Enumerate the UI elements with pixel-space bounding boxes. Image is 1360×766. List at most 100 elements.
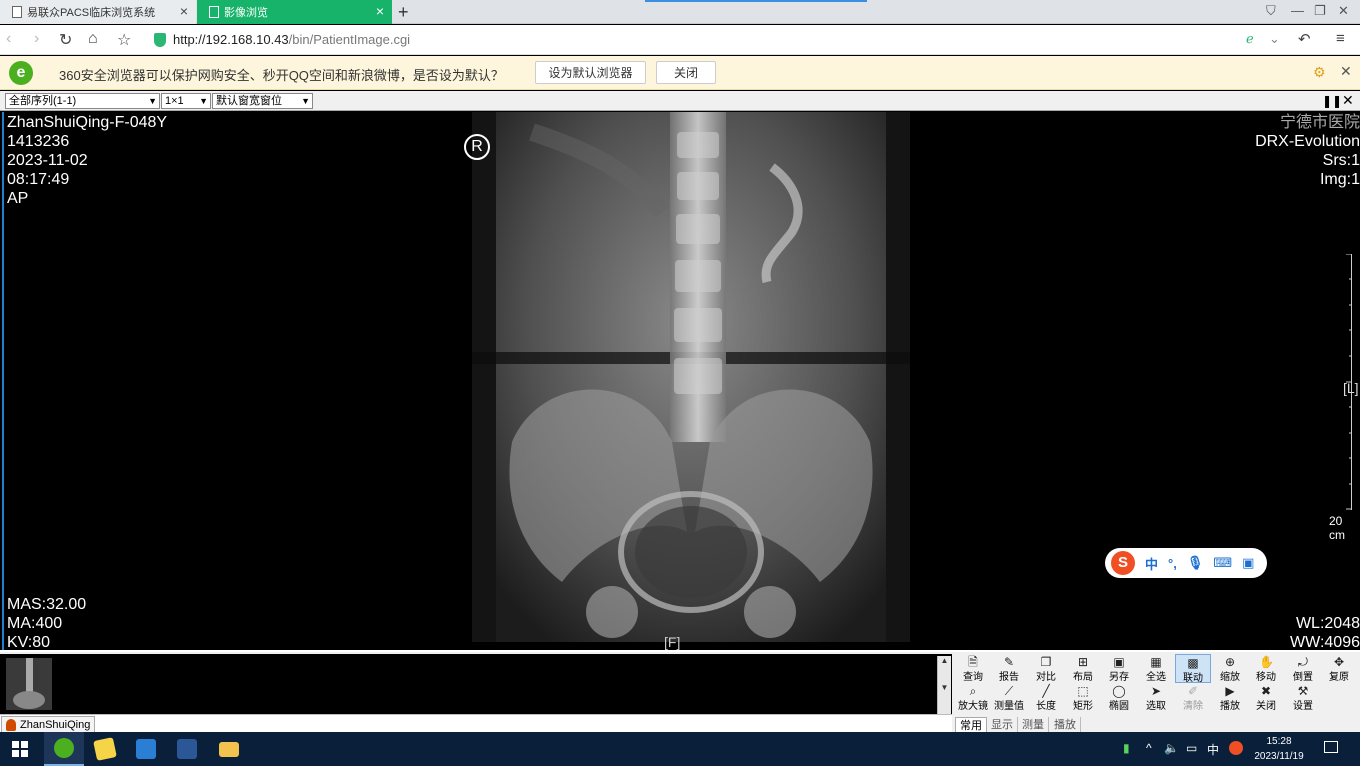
- windows-taskbar: ▮ ^ 🔈 ▭ 中 15:28 2023/11/19: [0, 732, 1360, 766]
- microphone-icon[interactable]: 🎙: [1187, 555, 1204, 571]
- close-tool-button[interactable]: ✖ 关闭: [1248, 683, 1284, 712]
- query-tool-button[interactable]: 🗎 查询: [955, 654, 991, 683]
- taskbar-contacts[interactable]: [126, 732, 166, 766]
- tab-pacs-system[interactable]: 易联众PACS临床浏览系统 ×: [0, 0, 196, 24]
- close-icon[interactable]: ×: [376, 4, 384, 18]
- pick-tool-button[interactable]: ➤ 选取: [1138, 683, 1174, 712]
- page-icon: [209, 6, 219, 18]
- chevron-down-icon[interactable]: ⌄: [1269, 31, 1280, 47]
- taskbar-word[interactable]: [167, 732, 207, 766]
- registered-mark-icon: R: [464, 134, 490, 160]
- layout-tool-button[interactable]: ⊞ 布局: [1065, 654, 1101, 683]
- save-icon: ▣: [1113, 655, 1125, 669]
- forward-button[interactable]: ›: [34, 30, 39, 48]
- set-default-browser-button[interactable]: 设为默认浏览器: [535, 61, 646, 84]
- ime-language-toggle[interactable]: 中: [1145, 554, 1158, 573]
- play-tool-button[interactable]: ▶ 播放: [1212, 683, 1248, 712]
- punctuation-icon[interactable]: °,: [1168, 556, 1177, 571]
- pause-icon[interactable]: ❚❚: [1322, 94, 1342, 108]
- ime-toolbar[interactable]: S 中 °, 🎙 ⌨ ▣: [1105, 548, 1267, 578]
- rectangle-tool-button[interactable]: ⬚ 矩形: [1065, 683, 1101, 712]
- sticky-note-icon: [93, 737, 117, 761]
- tool-label: 矩形: [1073, 701, 1093, 712]
- query-icon: 🗎: [968, 655, 978, 669]
- taskbar-sticky-notes[interactable]: [85, 732, 125, 766]
- thumbnail-scrollbar[interactable]: ▲ ▼: [937, 656, 951, 716]
- window-level: WL:2048: [1295, 615, 1360, 632]
- windows-start-icon[interactable]: [12, 741, 28, 757]
- link-tool-button[interactable]: ▩ 联动: [1175, 654, 1211, 684]
- layout-select-value: 1×1: [165, 95, 184, 107]
- minimize-button[interactable]: —: [1291, 3, 1304, 18]
- close-icon[interactable]: ×: [180, 4, 188, 18]
- toolbox-icon[interactable]: ▣: [1242, 555, 1254, 571]
- ellipse-tool-button[interactable]: ◯ 椭圆: [1101, 683, 1137, 712]
- select-all-tool-button[interactable]: ▦ 全选: [1138, 654, 1174, 683]
- overlay-bottom-left: MAS:32.00 MA:400 KV:80: [7, 595, 86, 650]
- gear-icon[interactable]: ⚙: [1313, 64, 1326, 81]
- magnifier-icon: ⌕: [969, 684, 977, 698]
- browser-360-logo-icon: e: [9, 61, 33, 85]
- keyboard-icon[interactable]: ⌨: [1213, 555, 1232, 571]
- tool-label: 查询: [963, 672, 983, 683]
- chevron-up-icon[interactable]: ^: [1146, 741, 1152, 755]
- battery-icon[interactable]: ▮: [1123, 741, 1130, 755]
- window-close-button[interactable]: ✕: [1338, 3, 1349, 19]
- reload-button[interactable]: ↻: [59, 30, 72, 50]
- shirt-icon[interactable]: ⛉: [1266, 3, 1276, 19]
- layout-select[interactable]: 1×1 ▼: [161, 93, 211, 109]
- pan-tool-button[interactable]: ✋ 移动: [1248, 654, 1284, 683]
- undo-icon[interactable]: ↶: [1298, 30, 1311, 48]
- restore-button[interactable]: ❐: [1314, 3, 1326, 19]
- cursor-icon: ➤: [1150, 684, 1162, 698]
- report-tool-button[interactable]: ✎ 报告: [991, 654, 1027, 683]
- tool-label: 报告: [999, 672, 1019, 683]
- zoom-tool-button[interactable]: ⊕ 缩放: [1212, 654, 1248, 683]
- sogou-logo-icon[interactable]: S: [1111, 551, 1135, 575]
- favorite-star-icon[interactable]: ☆: [117, 30, 131, 50]
- window-level-select[interactable]: 默认窗宽窗位 ▼: [212, 93, 313, 109]
- system-clock[interactable]: 15:28 2023/11/19: [1247, 734, 1311, 764]
- series-thumbnail[interactable]: [6, 658, 52, 710]
- ma-value: MA:400: [7, 615, 63, 632]
- tool-label: 播放: [1220, 701, 1240, 712]
- measure-value-tool-button[interactable]: ⟋ 测量值: [991, 683, 1027, 712]
- hand-icon: ✋: [1259, 655, 1274, 669]
- tab-label: 影像浏览: [224, 7, 268, 19]
- menu-icon[interactable]: ≡: [1336, 30, 1345, 47]
- volume-icon[interactable]: 🔈: [1164, 741, 1179, 755]
- new-tab-button[interactable]: +: [398, 2, 409, 23]
- taskbar-file-explorer[interactable]: [209, 732, 249, 766]
- sogou-tray-icon[interactable]: [1229, 741, 1243, 755]
- invert-tool-button[interactable]: ⤾ 倒置: [1285, 654, 1321, 683]
- folder-icon: [219, 741, 239, 757]
- reset-tool-button[interactable]: ✥ 复原: [1321, 654, 1357, 683]
- back-button[interactable]: ‹: [6, 30, 11, 48]
- close-notification-button[interactable]: 关闭: [656, 61, 716, 84]
- length-tool-button[interactable]: ╱ 长度: [1028, 683, 1064, 712]
- home-button[interactable]: ⌂: [88, 30, 98, 48]
- image-viewport[interactable]: R ZhanShuiQing-F-048Y 1413236 2023-11-02…: [2, 112, 1360, 650]
- loading-indicator: [645, 0, 867, 2]
- extension-icon[interactable]: ℯ: [1246, 31, 1254, 47]
- notification-center-icon[interactable]: [1324, 741, 1338, 753]
- save-as-tool-button[interactable]: ▣ 另存: [1101, 654, 1137, 683]
- tool-label: 另存: [1109, 672, 1129, 683]
- magnifier-tool-button[interactable]: ⌕ 放大镜: [955, 683, 991, 712]
- tool-label: 椭圆: [1109, 701, 1129, 712]
- taskbar-360-browser[interactable]: [44, 732, 84, 766]
- tool-label: 测量值: [994, 701, 1024, 712]
- series-select[interactable]: 全部序列(1-1) ▼: [5, 93, 160, 109]
- orientation-right-marker: [L]: [1343, 380, 1359, 396]
- compare-tool-button[interactable]: ❐ 对比: [1028, 654, 1064, 683]
- network-icon[interactable]: ▭: [1186, 741, 1197, 755]
- study-date: 2023-11-02: [7, 152, 88, 169]
- kv-value: KV:80: [7, 634, 50, 650]
- close-icon[interactable]: ✕: [1342, 92, 1354, 109]
- tab-image-viewer[interactable]: 影像浏览 ×: [197, 0, 392, 24]
- input-language[interactable]: 中: [1207, 741, 1219, 758]
- close-icon[interactable]: ✕: [1340, 63, 1352, 80]
- settings-tool-button[interactable]: ⚒ 设置: [1285, 683, 1321, 712]
- url-field[interactable]: http://192.168.10.43/bin/PatientImage.cg…: [173, 32, 410, 47]
- clear-tool-button[interactable]: ✐ 清除: [1175, 683, 1211, 712]
